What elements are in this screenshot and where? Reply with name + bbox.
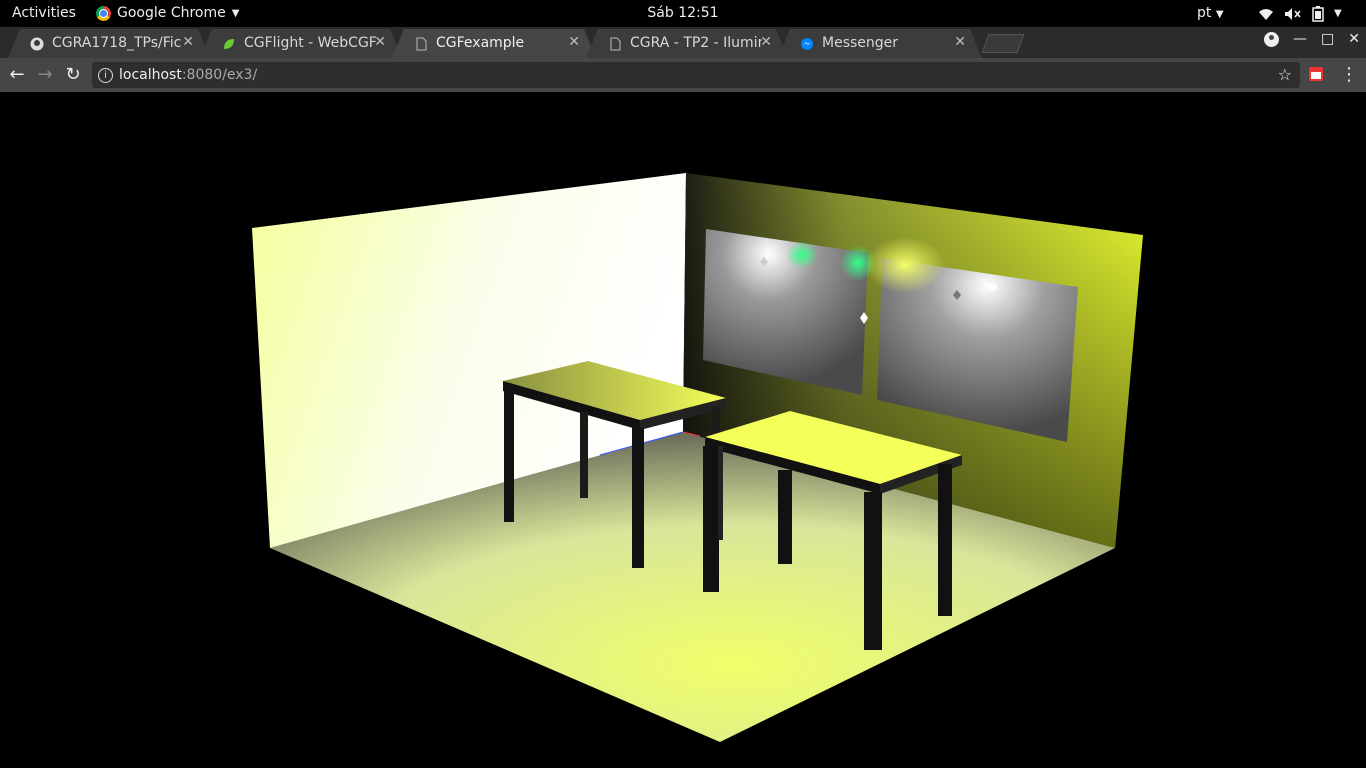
page-icon — [608, 37, 622, 51]
maximize-icon[interactable]: □ — [1321, 31, 1334, 47]
address-bar[interactable]: i localhost:8080/ex3/ ☆ — [92, 62, 1300, 88]
github-icon — [30, 37, 44, 51]
tab-title: Messenger — [822, 35, 899, 51]
page-icon — [414, 37, 428, 51]
tab-strip: CGRA1718_TPs/Fic ✕ CGFlight - WebCGF ✕ C… — [0, 27, 1366, 58]
scene-render — [252, 173, 1143, 742]
close-window-icon[interactable]: ✕ — [1348, 31, 1360, 47]
language-label: pt — [1197, 5, 1212, 21]
chevron-down-icon: ▼ — [231, 8, 240, 19]
tab-title: CGRA - TP2 - Ilumin — [630, 35, 762, 51]
browser-toolbar: ← → ↻ i localhost:8080/ex3/ ☆ ⋮ — [0, 58, 1366, 92]
tab-messenger[interactable]: Messenger ✕ — [778, 29, 982, 58]
webgl-canvas[interactable] — [0, 92, 1366, 768]
close-icon[interactable]: ✕ — [760, 34, 772, 50]
forward-icon[interactable]: → — [34, 64, 56, 86]
url-host: localhost — [119, 67, 182, 83]
wifi-icon — [1259, 8, 1273, 20]
battery-icon — [1312, 5, 1324, 22]
info-icon[interactable]: i — [98, 68, 113, 83]
leaf-icon — [222, 37, 236, 51]
calendar-extension-icon[interactable] — [1309, 67, 1323, 81]
url-path: :8080/ex3/ — [181, 67, 258, 83]
window-controls: — □ ✕ — [1264, 31, 1360, 47]
close-icon[interactable]: ✕ — [182, 34, 194, 50]
app-menu[interactable]: Google Chrome ▼ — [96, 0, 239, 27]
app-name: Google Chrome — [117, 5, 226, 21]
tab-title: CGRA1718_TPs/Fic — [52, 35, 182, 51]
volume-muted-icon — [1285, 7, 1301, 20]
back-icon[interactable]: ← — [6, 64, 28, 86]
close-icon[interactable]: ✕ — [374, 34, 386, 50]
menu-icon[interactable]: ⋮ — [1340, 64, 1358, 85]
minimize-icon[interactable]: — — [1293, 31, 1307, 47]
tab-title: CGFexample — [436, 35, 525, 51]
tab-cgfexample[interactable]: CGFexample ✕ — [392, 29, 596, 58]
profile-icon[interactable] — [1264, 31, 1280, 47]
language-indicator[interactable]: pt ▼ — [1197, 0, 1224, 27]
system-top-bar: Activities Google Chrome ▼ Sáb 12:51 pt … — [0, 0, 1366, 27]
bookmark-star-icon[interactable]: ☆ — [1278, 62, 1292, 88]
reload-icon[interactable]: ↻ — [62, 64, 84, 86]
activities-button[interactable]: Activities — [12, 0, 76, 27]
messenger-icon — [800, 37, 814, 51]
tab-cgra-tp2[interactable]: CGRA - TP2 - Ilumin ✕ — [586, 29, 788, 58]
clock-label[interactable]: Sáb 12:51 — [647, 5, 718, 21]
tab-github[interactable]: CGRA1718_TPs/Fic ✕ — [8, 29, 210, 58]
chrome-icon — [96, 6, 111, 21]
chevron-down-icon: ▼ — [1215, 9, 1224, 20]
close-icon[interactable]: ✕ — [954, 34, 966, 50]
system-tray[interactable]: ▼ — [1258, 0, 1342, 27]
tab-cgflight[interactable]: CGFlight - WebCGF ✕ — [200, 29, 402, 58]
close-icon[interactable]: ✕ — [568, 34, 580, 50]
tab-title: CGFlight - WebCGF — [244, 35, 377, 51]
chevron-down-icon: ▼ — [1334, 8, 1342, 19]
new-tab-button[interactable] — [981, 34, 1025, 53]
